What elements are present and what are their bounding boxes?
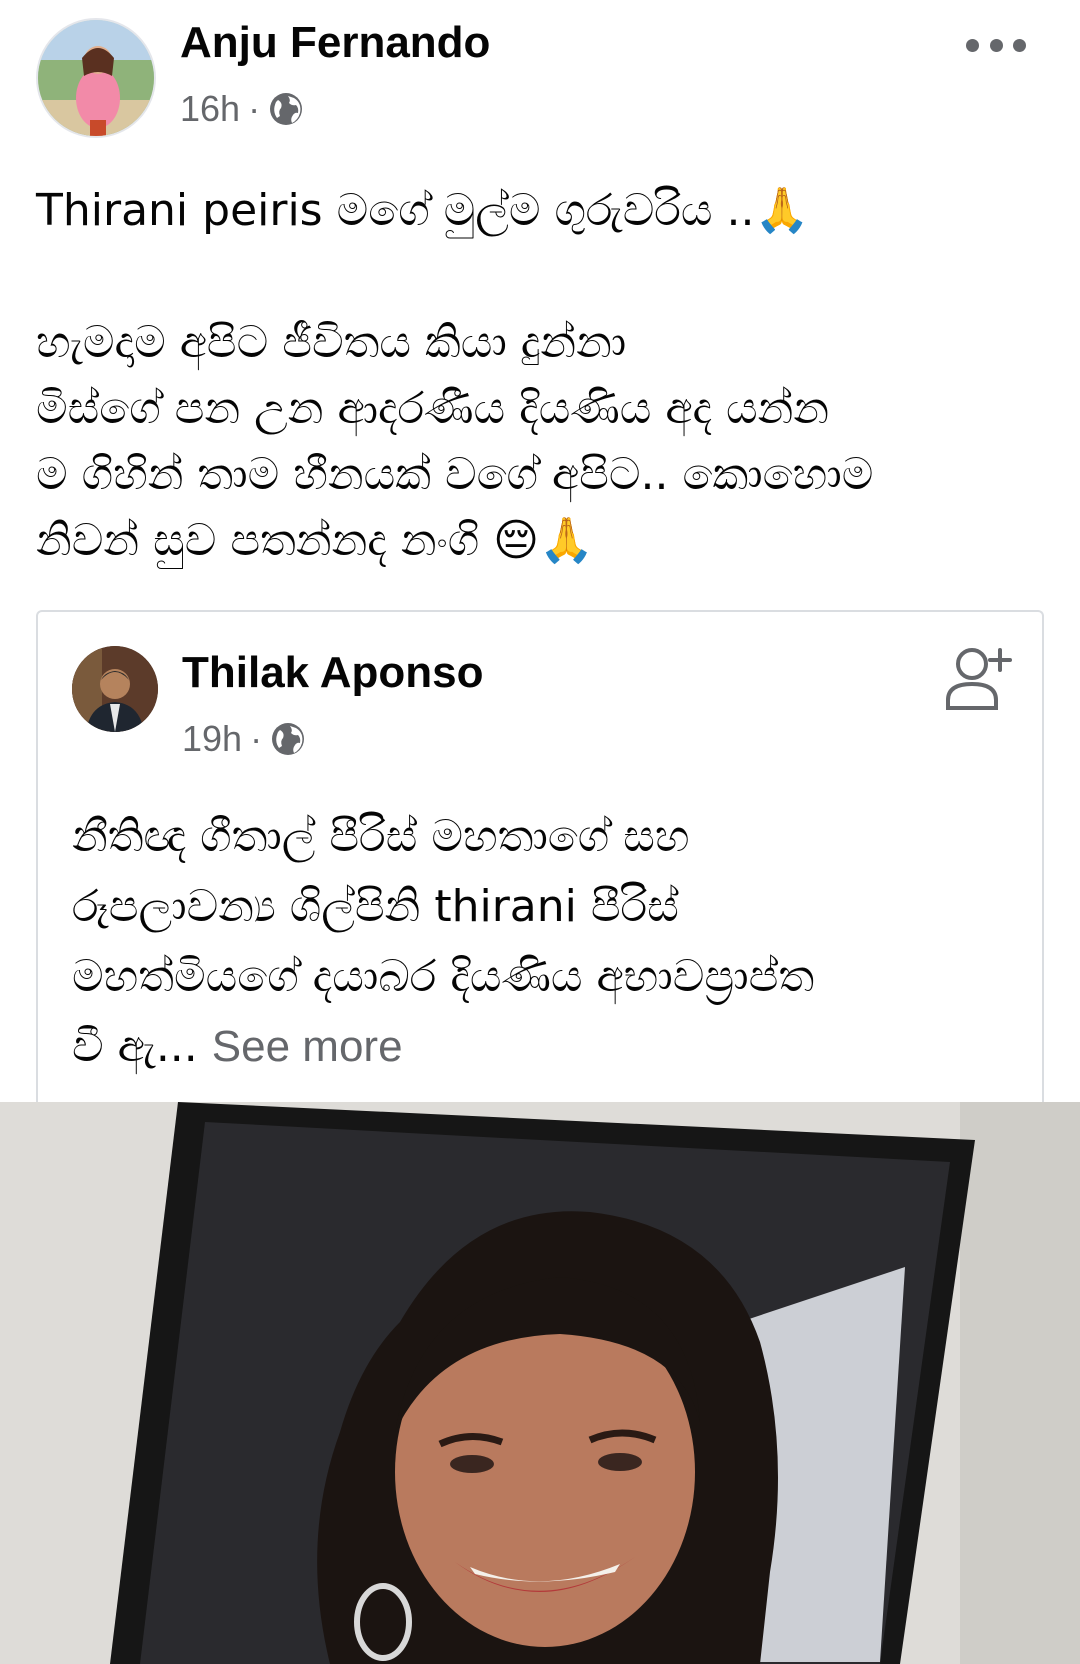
post-text-line: ම ගිහින් තාම හීනයක් වගේ අපිට.. කොහොම <box>36 449 874 500</box>
globe-icon <box>270 721 306 757</box>
shared-text-line: නීතිඥ ගීතාල් පීරිස් මහතාගේ සහ <box>72 811 690 862</box>
see-more-link[interactable]: See more <box>212 1022 403 1071</box>
shared-avatar-image <box>72 646 158 732</box>
globe-icon <box>268 91 304 127</box>
shared-text-fragment: වී ඇ... <box>72 1021 198 1072</box>
post-text: Thirani peiris මගේ මුල්ම ගුරුවරිය ..🙏 හැ… <box>36 178 1046 574</box>
post-text-line: හැමදාම අපිට ජීවිතය කියා දුන්නා <box>36 317 627 368</box>
shared-post-time[interactable]: 19h <box>182 718 242 760</box>
author-avatar[interactable] <box>36 18 156 138</box>
author-name[interactable]: Anju Fernando <box>180 18 490 68</box>
meta-separator: · <box>250 718 263 759</box>
shared-post-text: නීතිඥ ගීතාල් පීරිස් මහතාගේ සහ රූපලාවන්‍ය… <box>72 802 1012 1082</box>
shared-text-line: මහත්මියගේ දයාබර දියණිය අභාවප්‍රාප්ත <box>72 951 815 1002</box>
more-options-icon[interactable] <box>966 30 1026 60</box>
meta-separator: · <box>248 88 261 129</box>
post-header: Anju Fernando 16h · <box>0 0 1080 150</box>
post-photo[interactable] <box>0 1102 1080 1664</box>
framed-portrait-image <box>0 1102 1080 1664</box>
post-text-line: Thirani peiris මගේ මුල්ම ගුරුවරිය ..🙏 <box>36 185 810 236</box>
shared-post-card[interactable]: Thilak Aponso 19h · නීතිඥ ගීතාල් පීරිස් … <box>36 610 1044 1102</box>
post-meta: 16h · <box>180 88 304 130</box>
add-friend-icon[interactable] <box>938 638 1018 718</box>
post-text-line: නිවන් සුව පතන්නද නංගි 😔🙏 <box>36 515 594 566</box>
shared-text-line-last: වී ඇ... See more <box>72 1012 1012 1082</box>
shared-text-line: රූපලාවන්‍ය ශිල්පිනි thirani පීරිස් <box>72 881 679 932</box>
author-avatar-image <box>38 20 154 136</box>
post-time[interactable]: 16h <box>180 88 240 130</box>
shared-author-avatar[interactable] <box>72 646 158 732</box>
post-text-line: මිස්ගේ පන උන ආදරණීය දියණිය අද යන්න <box>36 383 830 434</box>
shared-post-meta: 19h · <box>182 718 306 760</box>
shared-author-name[interactable]: Thilak Aponso <box>182 648 484 698</box>
